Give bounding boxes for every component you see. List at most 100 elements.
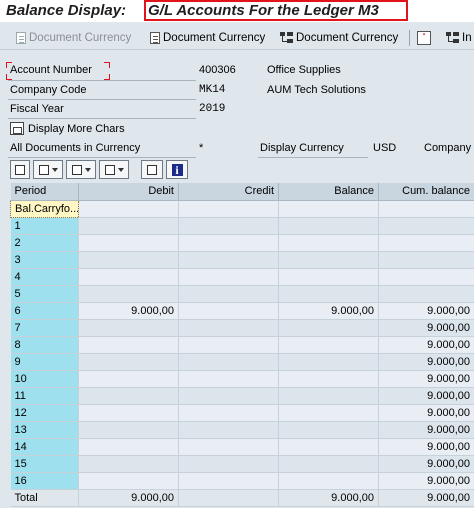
period-cell[interactable]: 14 bbox=[10, 438, 79, 456]
chart-button[interactable] bbox=[141, 160, 163, 179]
period-cell[interactable]: 1 bbox=[10, 217, 79, 235]
debit-cell[interactable] bbox=[78, 387, 179, 405]
report-button[interactable]: ▪ bbox=[417, 29, 431, 47]
period-cell[interactable]: 11 bbox=[10, 387, 79, 405]
info-hierarchy-button[interactable]: In bbox=[446, 29, 472, 47]
document-currency-hierarchy-button[interactable]: Document Currency bbox=[280, 29, 398, 47]
credit-cell[interactable] bbox=[178, 200, 279, 218]
cum-cell[interactable]: 9.000,00 bbox=[378, 438, 474, 456]
credit-cell[interactable] bbox=[178, 217, 279, 235]
debit-cell[interactable] bbox=[78, 404, 179, 422]
credit-cell[interactable] bbox=[178, 319, 279, 337]
cum-cell[interactable]: 9.000,00 bbox=[378, 421, 474, 439]
debit-cell[interactable] bbox=[78, 285, 179, 303]
column-header-credit[interactable]: Credit bbox=[178, 183, 279, 201]
company-code-value[interactable]: MK14 bbox=[199, 84, 225, 96]
cum-cell[interactable] bbox=[378, 217, 474, 235]
balance-cell[interactable] bbox=[278, 234, 379, 252]
balance-cell[interactable] bbox=[278, 251, 379, 269]
credit-cell[interactable] bbox=[178, 438, 279, 456]
debit-cell[interactable] bbox=[78, 370, 179, 388]
credit-cell[interactable] bbox=[178, 370, 279, 388]
balance-cell[interactable] bbox=[278, 319, 379, 337]
credit-cell[interactable] bbox=[178, 404, 279, 422]
period-cell[interactable]: 16 bbox=[10, 472, 79, 490]
display-currency-value[interactable]: USD bbox=[373, 142, 396, 154]
balance-cell[interactable]: 9.000,00 bbox=[278, 302, 379, 320]
balance-cell[interactable] bbox=[278, 217, 379, 235]
credit-cell[interactable] bbox=[178, 251, 279, 269]
cum-cell[interactable]: 9.000,00 bbox=[378, 336, 474, 354]
credit-cell[interactable] bbox=[178, 353, 279, 371]
cum-cell[interactable]: 9.000,00 bbox=[378, 370, 474, 388]
fiscal-year-value[interactable]: 2019 bbox=[199, 103, 225, 115]
cum-cell[interactable]: 9.000,00 bbox=[378, 302, 474, 320]
column-header-balance[interactable]: Balance bbox=[278, 183, 379, 201]
debit-cell[interactable] bbox=[78, 472, 179, 490]
cum-cell[interactable]: 9.000,00 bbox=[378, 404, 474, 422]
debit-cell[interactable] bbox=[78, 336, 179, 354]
column-header-period[interactable]: Period bbox=[10, 183, 79, 201]
period-cell[interactable]: 4 bbox=[10, 268, 79, 286]
credit-cell[interactable] bbox=[178, 285, 279, 303]
column-header-cum-balance[interactable]: Cum. balance bbox=[378, 183, 474, 201]
balance-cell[interactable] bbox=[278, 387, 379, 405]
debit-cell[interactable] bbox=[78, 421, 179, 439]
debit-cell[interactable] bbox=[78, 234, 179, 252]
debit-cell[interactable] bbox=[78, 251, 179, 269]
period-cell[interactable]: 3 bbox=[10, 251, 79, 269]
balance-cell[interactable] bbox=[278, 472, 379, 490]
debit-cell[interactable]: 9.000,00 bbox=[78, 302, 179, 320]
cum-cell[interactable] bbox=[378, 251, 474, 269]
credit-cell[interactable] bbox=[178, 421, 279, 439]
debit-cell[interactable] bbox=[78, 268, 179, 286]
debit-cell[interactable] bbox=[78, 319, 179, 337]
print-button[interactable] bbox=[10, 160, 30, 179]
period-cell[interactable]: 13 bbox=[10, 421, 79, 439]
cum-cell[interactable]: 9.000,00 bbox=[378, 387, 474, 405]
cum-cell[interactable]: 9.000,00 bbox=[378, 472, 474, 490]
credit-cell[interactable] bbox=[178, 302, 279, 320]
balance-cell[interactable] bbox=[278, 268, 379, 286]
balance-cell[interactable] bbox=[278, 200, 379, 218]
balance-cell[interactable] bbox=[278, 455, 379, 473]
period-cell[interactable]: 15 bbox=[10, 455, 79, 473]
balance-cell[interactable] bbox=[278, 285, 379, 303]
balance-cell[interactable] bbox=[278, 438, 379, 456]
cum-cell[interactable] bbox=[378, 200, 474, 218]
find-button[interactable] bbox=[33, 160, 63, 179]
account-number-value[interactable]: 400306 bbox=[199, 64, 236, 76]
cum-cell[interactable]: 9.000,00 bbox=[378, 319, 474, 337]
period-cell[interactable]: 8 bbox=[10, 336, 79, 354]
period-cell[interactable]: 12 bbox=[10, 404, 79, 422]
credit-cell[interactable] bbox=[178, 472, 279, 490]
period-cell[interactable]: 5 bbox=[10, 285, 79, 303]
credit-cell[interactable] bbox=[178, 455, 279, 473]
display-more-chars-button[interactable]: Display More Chars bbox=[10, 122, 125, 135]
period-cell[interactable]: 6 bbox=[10, 302, 79, 320]
credit-cell[interactable] bbox=[178, 234, 279, 252]
cum-cell[interactable]: 9.000,00 bbox=[378, 455, 474, 473]
balance-cell[interactable] bbox=[278, 336, 379, 354]
balance-cell[interactable] bbox=[278, 370, 379, 388]
credit-cell[interactable] bbox=[178, 268, 279, 286]
period-cell[interactable]: 10 bbox=[10, 370, 79, 388]
debit-cell[interactable] bbox=[78, 455, 179, 473]
period-cell[interactable]: 2 bbox=[10, 234, 79, 252]
credit-cell[interactable] bbox=[178, 387, 279, 405]
credit-cell[interactable] bbox=[178, 336, 279, 354]
balance-cell[interactable] bbox=[278, 404, 379, 422]
column-header-debit[interactable]: Debit bbox=[78, 183, 179, 201]
period-cell[interactable]: 9 bbox=[10, 353, 79, 371]
export-button[interactable] bbox=[66, 160, 96, 179]
balance-cell[interactable] bbox=[278, 353, 379, 371]
debit-cell[interactable] bbox=[78, 200, 179, 218]
layout-button[interactable] bbox=[99, 160, 129, 179]
document-currency-button[interactable]: Document Currency bbox=[150, 29, 265, 47]
balance-cell[interactable] bbox=[278, 421, 379, 439]
cum-cell[interactable] bbox=[378, 268, 474, 286]
all-documents-value[interactable]: * bbox=[199, 142, 203, 154]
cum-cell[interactable] bbox=[378, 285, 474, 303]
info-button[interactable]: i bbox=[166, 160, 188, 179]
cum-cell[interactable] bbox=[378, 234, 474, 252]
